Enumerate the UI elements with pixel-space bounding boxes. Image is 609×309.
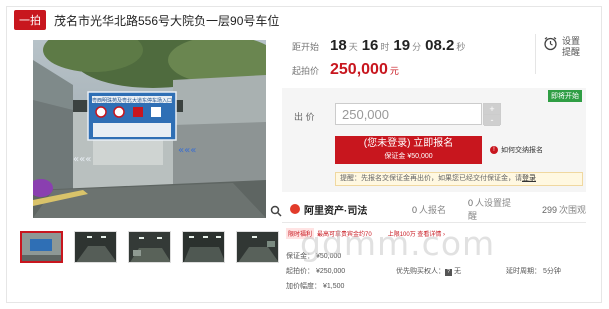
countdown-seconds-unit: 秒 bbox=[456, 42, 466, 52]
details-row: 起拍价： ¥250,000 优先购买权人：? 无 延时周期： 5分钟 bbox=[286, 267, 561, 276]
countdown-minutes-unit: 分 bbox=[412, 42, 422, 52]
countdown-minutes: 19 bbox=[393, 37, 411, 54]
countdown-label: 距开始 bbox=[292, 42, 320, 52]
details-row: 保证金： ¥50,000 bbox=[286, 252, 342, 260]
divider bbox=[535, 34, 536, 74]
reminder-label-line2: 提醒 bbox=[562, 47, 581, 57]
start-price-value: 250,000 bbox=[330, 61, 388, 78]
divider bbox=[282, 222, 586, 223]
status-badge: 即将开始 bbox=[548, 90, 582, 102]
signup-deposit-label: 保证金 ¥50,000 bbox=[384, 153, 433, 160]
alarm-clock-icon bbox=[544, 37, 557, 51]
countdown: 距开始 18 天 16 时 19 分 08.2 秒 bbox=[292, 37, 469, 54]
promo-text: 最高可拿贵宾金约70 bbox=[317, 232, 372, 238]
countdown-hours: 16 bbox=[361, 37, 379, 54]
reminder-count: 0 人设置提醒 bbox=[467, 198, 511, 221]
signup-button[interactable]: (您未登录) 立即报名 保证金 ¥50,000 bbox=[335, 136, 482, 164]
title-bar: 一拍 茂名市光华北路556号大院负一层90号车位 bbox=[14, 10, 279, 30]
increment-value: ¥1,500 bbox=[323, 282, 345, 290]
decrease-button[interactable]: - bbox=[484, 115, 500, 126]
notice-text: 提醒：先报名交保证金再出价，如果您已经交付保证金，请 bbox=[340, 175, 522, 182]
priority-buyer-value: 无 bbox=[454, 267, 461, 275]
bid-area: 即将开始 出 价 250,000 + - (您未登录) 立即报名 保证金 ¥50… bbox=[282, 88, 586, 192]
deposit-value: ¥50,000 bbox=[316, 252, 342, 260]
ali-logo-icon bbox=[290, 204, 300, 214]
view-count: 299 次围观 bbox=[541, 204, 587, 215]
auction-details: 保证金： ¥50,000 起拍价： ¥250,000 优先购买权人：? 无 延时周期：… bbox=[286, 248, 609, 293]
reminder-label-line1: 设置 bbox=[562, 36, 581, 46]
promo-tag: 限时福利 bbox=[286, 228, 315, 239]
notice-bar: 提醒：先报名交保证金再出价，如果您已经交付保证金，请登录 bbox=[335, 172, 583, 186]
start-price-unit: 元 bbox=[389, 66, 399, 76]
countdown-days-unit: 天 bbox=[348, 42, 358, 52]
help-icon[interactable]: ? bbox=[445, 268, 452, 276]
parking-entrance-photo: 粤西明珠苑及粤北大道东停车场入口 ««« ««« bbox=[33, 40, 266, 218]
arrow-marking-left: ««« bbox=[73, 154, 91, 165]
platform-name: 阿里资产·司法 bbox=[304, 205, 368, 217]
thumbnail-3[interactable] bbox=[128, 231, 171, 263]
details-row: 加价幅度： ¥1,500 bbox=[286, 282, 345, 290]
arrow-marking-right: ««« bbox=[178, 145, 196, 156]
main-photo[interactable]: 粤西明珠苑及粤北大道东停车场入口 ««« ««« bbox=[33, 40, 266, 218]
platform-logo: 阿里资产·司法 bbox=[290, 202, 390, 217]
thumbnail-1[interactable] bbox=[20, 231, 63, 263]
auction-round-tag: 一拍 bbox=[14, 10, 46, 30]
countdown-seconds: 08.2 bbox=[425, 37, 455, 54]
bid-amount-input[interactable]: 250,000 bbox=[335, 103, 482, 125]
increase-button[interactable]: + bbox=[484, 104, 500, 115]
platform-row: 阿里资产·司法 0 人报名 0 人设置提醒 299 次围观 bbox=[282, 198, 587, 221]
promo-details-link[interactable]: 上限100万 查看详情 › bbox=[388, 229, 445, 238]
signup-count: 0 人报名 bbox=[411, 204, 446, 215]
bid-stepper: + - bbox=[483, 103, 501, 126]
info-icon: ! bbox=[490, 146, 498, 154]
start-price-row: 起拍价 250,000 元 bbox=[292, 61, 399, 79]
countdown-days: 18 bbox=[330, 37, 347, 54]
thumbnail-5[interactable] bbox=[236, 231, 279, 263]
howto-link[interactable]: ! 如何交纳报名 bbox=[490, 145, 543, 155]
page-title: 茂名市光华北路556号大院负一层90号车位 bbox=[54, 13, 280, 28]
howto-text: 如何交纳报名 bbox=[501, 147, 543, 154]
thumbnail-2[interactable] bbox=[74, 231, 117, 263]
set-reminder-button[interactable]: 设置 提醒 bbox=[543, 36, 593, 58]
login-link[interactable]: 登录 bbox=[522, 175, 536, 182]
bid-label: 出 价 bbox=[294, 112, 315, 122]
signup-button-label: (您未登录) 立即报名 bbox=[363, 138, 454, 149]
zoom-icon[interactable] bbox=[270, 205, 282, 217]
countdown-hours-unit: 时 bbox=[380, 42, 390, 52]
thumbnail-strip bbox=[20, 231, 279, 263]
thumbnail-4[interactable] bbox=[182, 231, 225, 263]
sign-title: 粤西明珠苑及粤北大道东停车场入口 bbox=[92, 97, 172, 104]
promo-bar: 限时福利 最高可拿贵宾金约70 上限100万 查看详情 › bbox=[286, 228, 445, 239]
start-price-detail: ¥250,000 bbox=[316, 267, 346, 275]
start-price-label: 起拍价 bbox=[292, 66, 320, 76]
delay-period-value: 5分钟 bbox=[543, 267, 561, 275]
